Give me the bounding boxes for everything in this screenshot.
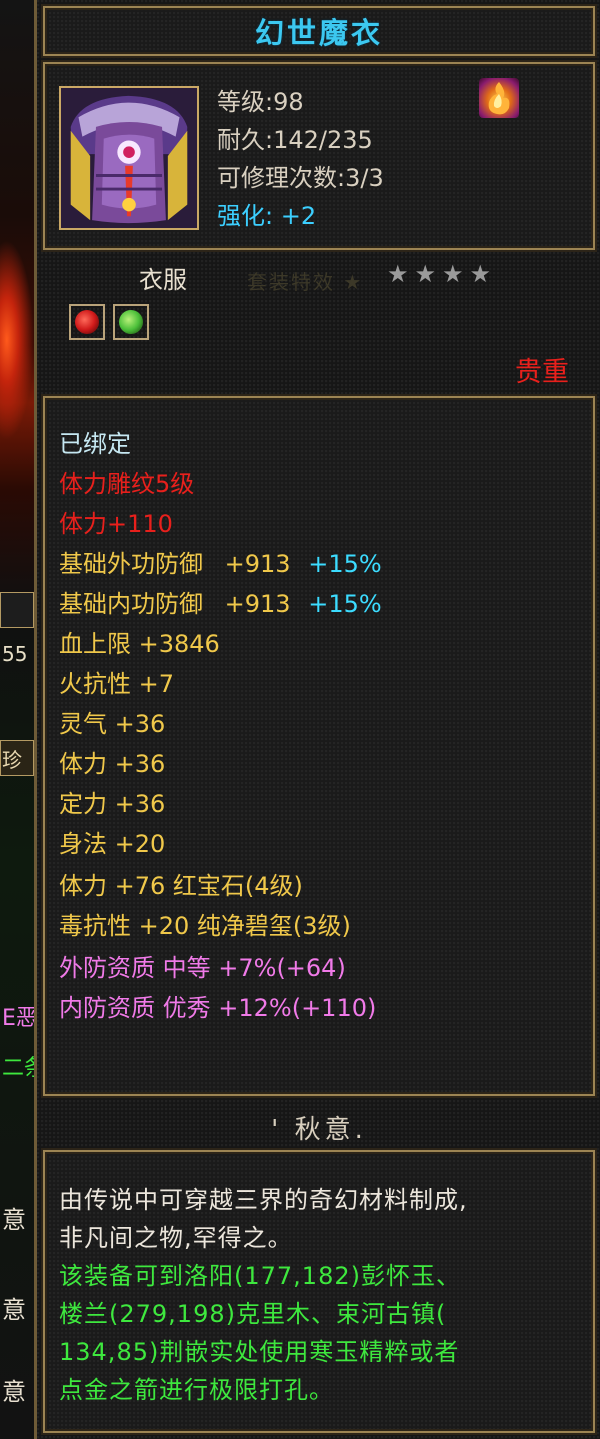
stamina-bonus: 体力+110 [59,510,173,538]
attr-value: +913 [224,550,291,578]
bound-status: 已绑定 [59,430,131,458]
attr-label: 基础外功防御 [59,550,203,578]
owner-name: ' 秋意. [271,1114,367,1145]
int-defense-quality: 内防资质 优秀 +12%(+110) [59,994,377,1022]
description-box: 由传说中可穿越三界的奇幻材料制成, 非凡间之物,罕得之。 该装备可到洛阳(177… [43,1150,595,1433]
attr-value: +913 [224,590,291,618]
item-durability: 耐久:142/235 [217,126,373,154]
item-level: 等级:98 [217,88,304,116]
description-line: 134,85)荆嵌实处使用寒玉精粹或者 [59,1338,460,1366]
gem-bonus-2: 毒抗性 +20 纯净碧玺(3级) [59,912,351,940]
description-line: 点金之箭进行极限打孔。 [59,1376,334,1404]
item-title-bar: 幻世魔衣 [43,6,595,56]
base-int-defense: 基础内功防御 +913 +15% [59,584,382,619]
hp-max: 血上限 +3846 [59,630,220,658]
star-icon: ★ [442,260,464,288]
spirit: 灵气 +36 [59,710,166,738]
item-type-section: 衣服 套装特效 ★ ★ ★ ★ ★ 贵重 [43,258,595,388]
armor-icon [59,86,199,230]
background-game-ui: 55 珍 E恶 二条 意 意 意 [0,0,34,1439]
item-info-box: 等级:98 耐久:142/235 可修理次数:3/3 强化: +2 [43,62,595,250]
ext-defense-quality: 外防资质 中等 +7%(+64) [59,954,346,982]
attribute-box: 已绑定 体力雕纹5级 体力+110 基础外功防御 +913 +15% 基础内功防… [43,396,595,1096]
background-text-fragment: 珍 [2,748,22,772]
item-type: 衣服 [139,266,187,294]
stamina: 体力 +36 [59,750,166,778]
item-enhance: 强化: +2 [217,202,317,230]
star-icon: ★ [469,260,492,288]
description-line: 由传说中可穿越三界的奇幻材料制成, [59,1186,468,1214]
carving-attribute: 体力雕纹5级 [59,470,195,498]
background-fire [0,240,34,440]
description-line: 该装备可到洛阳(177,182)彭怀玉、 [59,1262,461,1290]
star-icon: ★ [414,260,437,288]
attr-percent: +15% [308,590,382,618]
background-text-fragment: E恶 [2,1006,34,1031]
background-text-fragment: 意 [2,1378,26,1406]
item-name: 幻世魔衣 [254,16,383,50]
gem-bonus-1: 体力 +76 红宝石(4级) [59,872,303,900]
attr-percent: +15% [308,550,382,578]
star-icon: ★ [387,260,409,288]
green-gem-icon [113,304,149,340]
background-text-fragment: 意 [2,1206,26,1234]
item-tooltip: 幻世魔衣 等级:98 耐久:142/235 可修理次数:3/3 强化: +2 衣… [34,0,600,1439]
item-repair-count: 可修理次数:3/3 [217,164,384,192]
rarity-label: 贵重 [515,357,569,388]
agility: 身法 +20 [59,830,166,858]
fire-attribute-icon [479,78,519,118]
fire-resistance: 火抗性 +7 [59,670,175,698]
background-widget [0,592,34,628]
background-text-fragment: 意 [2,1296,26,1324]
focus: 定力 +36 [59,790,166,818]
background-text-fragment: 二条 [2,1056,34,1081]
background-text-fragment: 55 [2,642,28,666]
base-ext-defense: 基础外功防御 +913 +15% [59,544,382,579]
owner-bar: ' 秋意. [43,1104,595,1150]
star-rating: ★ ★ ★ ★ [387,262,491,286]
red-gem-icon [69,304,105,340]
set-effect-label: 套装特效 ★ [247,270,364,294]
description-line: 非凡间之物,罕得之。 [59,1224,293,1252]
attr-label: 基础内功防御 [59,590,203,618]
description-line: 楼兰(279,198)克里木、束河古镇( [59,1300,447,1328]
